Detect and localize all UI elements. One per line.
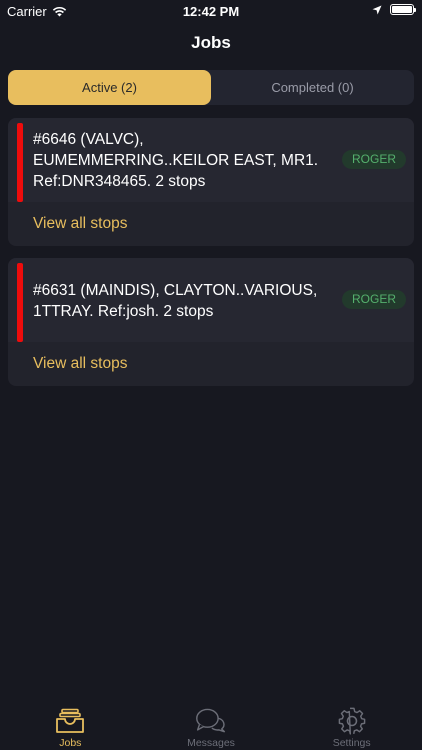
tab-messages[interactable]: Messages bbox=[141, 700, 282, 750]
location-arrow-icon bbox=[372, 5, 382, 14]
page-title: Jobs bbox=[191, 33, 231, 52]
tab-label: Jobs bbox=[59, 737, 82, 749]
jobs-screen: Carrier 12:42 PM Jobs Active (2) Complet… bbox=[0, 0, 422, 750]
tab-settings[interactable]: Settings bbox=[281, 700, 422, 750]
tab-label: Messages bbox=[187, 737, 235, 749]
tab-active-jobs[interactable]: Active (2) bbox=[8, 70, 211, 105]
status-right bbox=[372, 4, 416, 15]
job-description: #6631 (MAINDIS), CLAYTON..VARIOUS, 1TTRA… bbox=[33, 280, 343, 322]
job-line: #6646 (VALVC), bbox=[33, 131, 144, 148]
tab-completed-jobs[interactable]: Completed (0) bbox=[211, 70, 414, 105]
job-card-summary[interactable]: #6631 (MAINDIS), CLAYTON..VARIOUS, 1TTRA… bbox=[8, 258, 414, 342]
job-line: Ref:DNR348465. 2 stops bbox=[33, 173, 206, 190]
job-card-summary[interactable]: #6646 (VALVC), EUMEMMERRING..KEILOR EAST… bbox=[8, 118, 414, 202]
bottom-tab-bar: Jobs Messages Settings bbox=[0, 700, 422, 750]
driver-badge: ROGER bbox=[341, 290, 406, 309]
job-card[interactable]: #6646 (VALVC), EUMEMMERRING..KEILOR EAST… bbox=[8, 118, 414, 246]
job-card[interactable]: #6631 (MAINDIS), CLAYTON..VARIOUS, 1TTRA… bbox=[8, 258, 414, 386]
tab-label: Settings bbox=[332, 737, 371, 749]
tab-jobs[interactable]: Jobs bbox=[0, 700, 141, 750]
job-line: #6631 (MAINDIS), CLAYTON..VARIOUS, bbox=[33, 282, 318, 299]
battery-icon bbox=[390, 4, 416, 15]
driver-badge: ROGER bbox=[341, 150, 406, 169]
chat-bubbles-icon bbox=[195, 706, 227, 736]
job-description: #6646 (VALVC), EUMEMMERRING..KEILOR EAST… bbox=[33, 129, 333, 192]
gear-icon bbox=[336, 706, 368, 736]
job-status-segmented-control: Active (2) Completed (0) bbox=[8, 70, 414, 105]
view-all-stops-link[interactable]: View all stops bbox=[33, 355, 127, 373]
battery-level bbox=[392, 6, 412, 13]
view-all-stops-link[interactable]: View all stops bbox=[33, 215, 127, 233]
status-time: 12:42 PM bbox=[182, 4, 240, 19]
status-bar: Carrier 12:42 PM bbox=[0, 0, 422, 24]
inbox-icon bbox=[54, 706, 86, 736]
job-line: EUMEMMERRING..KEILOR EAST, MR1. bbox=[33, 152, 319, 169]
priority-indicator bbox=[17, 123, 23, 202]
priority-indicator bbox=[17, 263, 23, 342]
job-line: 1TTRAY. Ref:josh. 2 stops bbox=[33, 303, 214, 320]
